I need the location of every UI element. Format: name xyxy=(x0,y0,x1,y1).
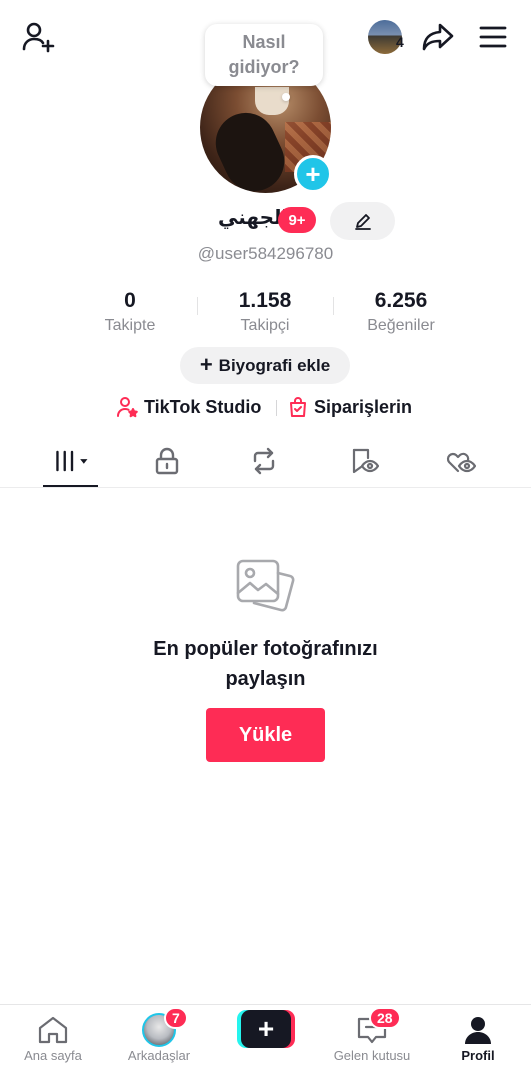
nav-inbox[interactable]: 28 Gelen kutusu xyxy=(319,1005,425,1080)
stat-likes[interactable]: 6.256 Beğeniler xyxy=(336,288,466,337)
nav-friends-badge: 7 xyxy=(164,1007,188,1029)
stats-row: 0 Takipte 1.158 Takipçi 6.256 Beğeniler xyxy=(0,288,531,338)
edit-profile-button[interactable] xyxy=(330,202,395,240)
tab-videos[interactable] xyxy=(52,446,92,476)
shopping-bag-icon xyxy=(290,397,306,417)
nav-home[interactable]: Ana sayfa xyxy=(0,1005,106,1080)
stat-followers[interactable]: 1.158 Takipçi xyxy=(200,288,330,337)
tiktok-studio-link[interactable]: TikTok Studio xyxy=(116,396,261,418)
username: @user584296780 xyxy=(197,244,334,263)
lock-icon xyxy=(155,447,179,475)
thought-bubble-line2: gidiyor? xyxy=(228,57,300,77)
tab-favorites[interactable] xyxy=(344,446,384,476)
thought-bubble-dot xyxy=(282,93,290,101)
heart-eye-icon xyxy=(446,452,476,473)
menu-icon[interactable] xyxy=(476,22,510,52)
orders-link[interactable]: Siparişlerin xyxy=(288,396,412,418)
repost-icon xyxy=(253,447,275,475)
profile-links: TikTok Studio Siparişlerin xyxy=(0,396,531,420)
stat-followers-label: Takipçi xyxy=(240,317,290,334)
active-tab-indicator xyxy=(43,485,98,487)
nav-home-label: Ana sayfa xyxy=(24,1048,82,1063)
pencil-icon xyxy=(354,214,371,230)
name-row: الجهني 9+ xyxy=(0,205,531,235)
nav-friends[interactable]: 7 Arkadaşlar xyxy=(106,1005,212,1080)
empty-state-title: En popüler fotoğrafınızı paylaşın xyxy=(0,634,531,694)
nav-inbox-badge: 28 xyxy=(369,1007,401,1029)
create-button[interactable]: + xyxy=(237,1010,295,1048)
stat-likes-label: Beğeniler xyxy=(367,317,435,334)
orders-label: Siparişlerin xyxy=(314,396,413,417)
empty-state-title-line2: paylaşın xyxy=(225,668,306,690)
add-story-plus-icon[interactable]: + xyxy=(294,155,332,193)
stat-following-label: Takipte xyxy=(104,317,156,334)
stat-likes-value: 6.256 xyxy=(374,289,428,312)
story-count: 4 xyxy=(396,34,404,50)
add-bio-label: Biyografi ekle xyxy=(218,355,331,375)
add-friend-icon[interactable] xyxy=(20,20,56,54)
nav-friends-label: Arkadaşlar xyxy=(127,1048,191,1063)
bookmark-eye-icon xyxy=(352,448,379,474)
thought-bubble[interactable]: Nasıl gidiyor? xyxy=(205,24,323,86)
stat-divider xyxy=(197,297,198,315)
nav-profile-label: Profil xyxy=(461,1048,495,1063)
stat-following-value: 0 xyxy=(124,289,136,312)
photos-icon xyxy=(235,555,297,617)
stat-divider xyxy=(333,297,334,315)
upload-button[interactable]: Yükle xyxy=(206,708,325,762)
profile-person-icon xyxy=(465,1017,491,1044)
thought-bubble-line1: Nasıl xyxy=(242,32,286,52)
create-plus-icon: + xyxy=(241,1010,291,1048)
plus-icon: + xyxy=(199,351,213,377)
tab-liked[interactable] xyxy=(440,446,480,476)
avatar-cup-shape xyxy=(255,87,289,115)
nav-profile[interactable]: Profil xyxy=(425,1005,531,1080)
tab-private[interactable] xyxy=(147,446,187,476)
name-badge[interactable]: 9+ xyxy=(278,207,316,233)
add-bio-button[interactable]: + Biyografi ekle xyxy=(180,347,350,384)
stat-followers-value: 1.158 xyxy=(238,289,292,312)
links-separator xyxy=(276,400,277,416)
tiktok-studio-label: TikTok Studio xyxy=(144,396,262,417)
avatar-hand-shape xyxy=(205,103,295,193)
stat-following[interactable]: 0 Takipte xyxy=(65,288,195,337)
grid-icon xyxy=(56,450,88,472)
studio-person-star-icon xyxy=(117,397,138,418)
content-tabs xyxy=(0,440,531,488)
nav-inbox-label: Gelen kutusu xyxy=(333,1048,411,1063)
empty-state-title-line1: En popüler fotoğrafınızı xyxy=(153,638,378,660)
share-icon[interactable] xyxy=(420,20,456,54)
home-icon xyxy=(38,1016,68,1044)
tab-reposts[interactable] xyxy=(244,446,284,476)
